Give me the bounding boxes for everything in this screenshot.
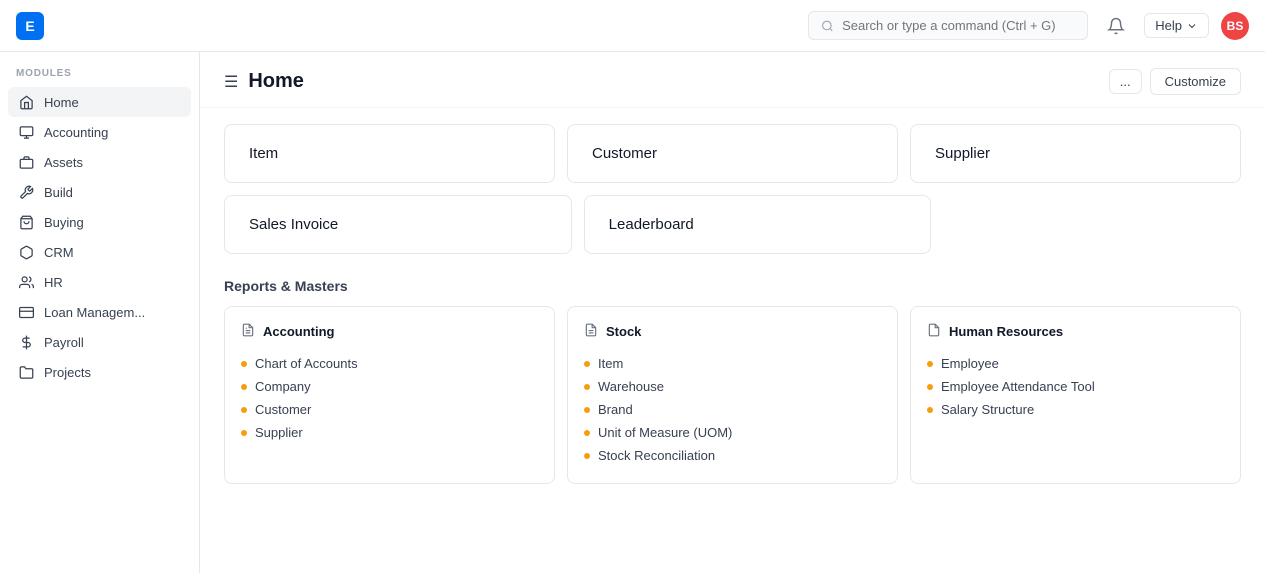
report-item-company[interactable]: Company [241, 375, 538, 398]
sidebar-item-crm[interactable]: CRM [8, 237, 191, 267]
report-card-header-stock: Stock [584, 323, 881, 340]
quick-cards-row-2: Sales Invoice Leaderboard [200, 191, 1265, 262]
sidebar-item-label: Home [44, 95, 79, 110]
sidebar-item-label: CRM [44, 245, 74, 260]
crm-icon [18, 244, 34, 260]
sidebar-item-label: Buying [44, 215, 84, 230]
page-header: ☰ Home ... Customize [200, 52, 1265, 108]
bell-icon [1107, 17, 1125, 35]
topbar: E Help BS [0, 0, 1265, 52]
sidebar-item-home[interactable]: Home [8, 87, 191, 117]
main-content: ☰ Home ... Customize Item Customer Suppl… [200, 52, 1265, 573]
modules-label: MODULES [8, 64, 191, 87]
report-item-warehouse[interactable]: Warehouse [584, 375, 881, 398]
sidebar-item-label: Projects [44, 365, 91, 380]
report-item-customer[interactable]: Customer [241, 398, 538, 421]
sidebar-item-label: Loan Managem... [44, 305, 145, 320]
customize-button[interactable]: Customize [1150, 68, 1241, 95]
report-item-uom[interactable]: Unit of Measure (UOM) [584, 421, 881, 444]
loan-icon [18, 304, 34, 320]
report-item-stock-item[interactable]: Item [584, 352, 881, 375]
app-logo[interactable]: E [16, 12, 44, 40]
more-options-button[interactable]: ... [1109, 69, 1142, 94]
page-title: Home [248, 70, 304, 93]
sidebar-item-label: Accounting [44, 125, 108, 140]
bullet-icon [927, 407, 933, 413]
user-avatar[interactable]: BS [1221, 12, 1249, 40]
sidebar-item-label: Build [44, 185, 73, 200]
reports-grid: Accounting Chart of Accounts Company Cus… [224, 306, 1241, 484]
bullet-icon [241, 430, 247, 436]
sidebar-item-payroll[interactable]: Payroll [8, 327, 191, 357]
bullet-icon [584, 407, 590, 413]
bullet-icon [584, 384, 590, 390]
notification-bell[interactable] [1100, 10, 1132, 42]
sidebar-item-label: HR [44, 275, 63, 290]
sidebar-item-accounting[interactable]: Accounting [8, 117, 191, 147]
report-item-salary-structure[interactable]: Salary Structure [927, 398, 1224, 421]
reports-title: Reports & Masters [224, 278, 1241, 294]
projects-icon [18, 364, 34, 380]
report-card-header-accounting: Accounting [241, 323, 538, 340]
doc-icon [241, 323, 255, 340]
report-item-brand[interactable]: Brand [584, 398, 881, 421]
report-item-employee-attendance[interactable]: Employee Attendance Tool [927, 375, 1224, 398]
report-card-hr: Human Resources Employee Employee Attend… [910, 306, 1241, 484]
payroll-icon [18, 334, 34, 350]
chevron-down-icon [1186, 20, 1198, 32]
sidebar-item-projects[interactable]: Projects [8, 357, 191, 387]
search-icon [821, 19, 834, 33]
quick-card-item[interactable]: Item [224, 124, 555, 183]
sidebar-item-buying[interactable]: Buying [8, 207, 191, 237]
doc-icon [584, 323, 598, 340]
quick-card-supplier[interactable]: Supplier [910, 124, 1241, 183]
quick-card-sales-invoice[interactable]: Sales Invoice [224, 195, 572, 254]
help-button[interactable]: Help [1144, 13, 1209, 38]
sidebar-item-build[interactable]: Build [8, 177, 191, 207]
report-card-header-hr: Human Resources [927, 323, 1224, 340]
hr-icon [18, 274, 34, 290]
report-item-chart-of-accounts[interactable]: Chart of Accounts [241, 352, 538, 375]
bullet-icon [927, 361, 933, 367]
build-icon [18, 184, 34, 200]
report-item-supplier[interactable]: Supplier [241, 421, 538, 444]
hamburger-menu[interactable]: ☰ [224, 72, 238, 92]
bullet-icon [241, 361, 247, 367]
bullet-icon [927, 384, 933, 390]
doc-icon [927, 323, 941, 340]
search-input[interactable] [842, 18, 1075, 33]
report-card-accounting: Accounting Chart of Accounts Company Cus… [224, 306, 555, 484]
report-item-employee[interactable]: Employee [927, 352, 1224, 375]
bullet-icon [584, 453, 590, 459]
report-card-stock: Stock Item Warehouse Brand [567, 306, 898, 484]
accounting-icon [18, 124, 34, 140]
bullet-icon [584, 361, 590, 367]
bullet-icon [241, 384, 247, 390]
report-item-stock-reconciliation[interactable]: Stock Reconciliation [584, 444, 881, 467]
search-bar[interactable] [808, 11, 1088, 40]
quick-card-customer[interactable]: Customer [567, 124, 898, 183]
quick-card-leaderboard[interactable]: Leaderboard [584, 195, 932, 254]
bullet-icon [241, 407, 247, 413]
sidebar-item-hr[interactable]: HR [8, 267, 191, 297]
home-icon [18, 94, 34, 110]
quick-cards-row: Item Customer Supplier [200, 108, 1265, 191]
bullet-icon [584, 430, 590, 436]
sidebar: MODULES Home Accounting Assets Build [0, 52, 200, 573]
sidebar-item-assets[interactable]: Assets [8, 147, 191, 177]
buying-icon [18, 214, 34, 230]
sidebar-item-loan[interactable]: Loan Managem... [8, 297, 191, 327]
sidebar-item-label: Payroll [44, 335, 84, 350]
sidebar-item-label: Assets [44, 155, 83, 170]
reports-section: Reports & Masters Accounting Chart of Ac… [200, 262, 1265, 492]
assets-icon [18, 154, 34, 170]
